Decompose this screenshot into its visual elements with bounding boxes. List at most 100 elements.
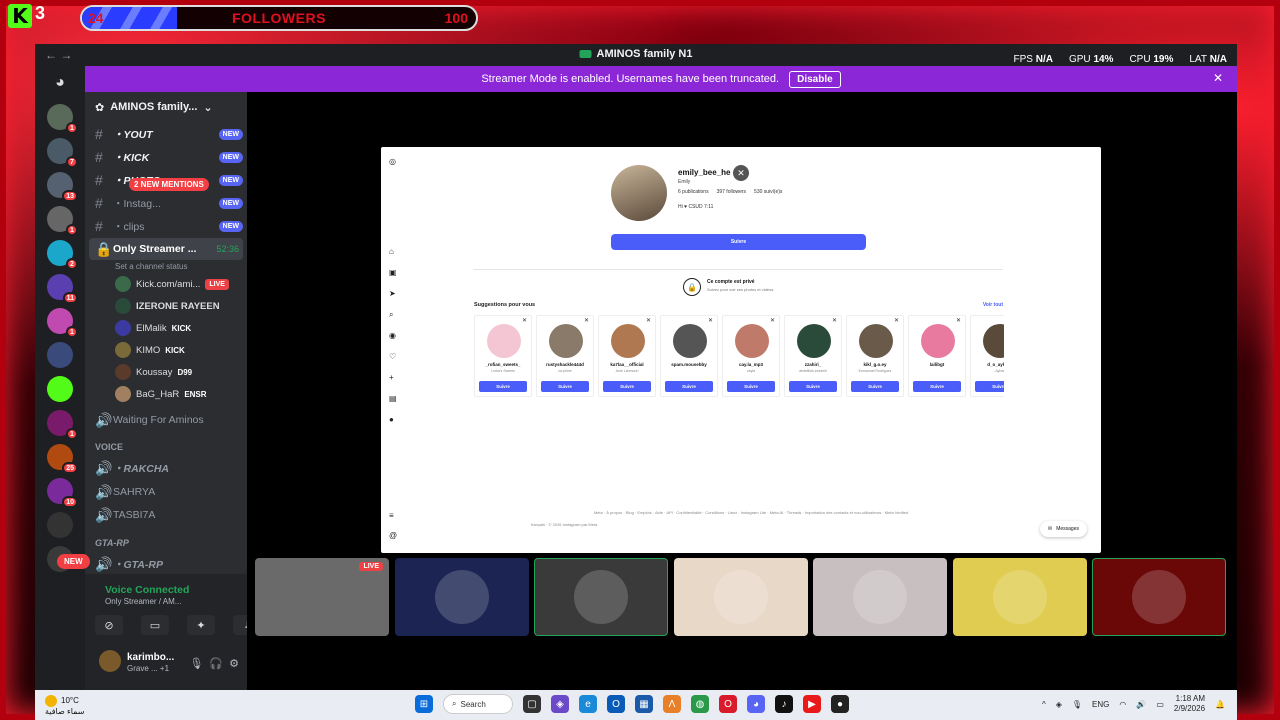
- channel-clips[interactable]: # ・clips NEW: [89, 216, 243, 236]
- follow-button[interactable]: Suivre: [727, 381, 775, 392]
- dismiss-icon[interactable]: ✕: [832, 317, 837, 324]
- voice-user[interactable]: ElMalik KICK: [115, 318, 243, 338]
- server-icon[interactable]: 1: [47, 410, 78, 440]
- dismiss-icon[interactable]: ✕: [522, 317, 527, 324]
- instagram-stream[interactable]: ◎ ⌂ ▣ ➤ ⌕ ◉ ♡ + ▤ ● ≡ @ emily_bee_he ✕ E…: [381, 147, 1101, 553]
- follow-button[interactable]: Suivre: [541, 381, 589, 392]
- voice-channel-waiting[interactable]: 🔊 Waiting For Aminos: [89, 410, 243, 430]
- obs-icon[interactable]: ●: [831, 695, 849, 713]
- suggestion-card[interactable]: ✕ lailibgt Suivre: [908, 315, 966, 397]
- create-icon[interactable]: +: [389, 373, 394, 382]
- dashboard-icon[interactable]: ▤: [389, 394, 397, 403]
- see-all-link[interactable]: Voir tout: [983, 302, 1003, 308]
- windows-start-icon[interactable]: ⊞: [415, 695, 433, 713]
- server-icon[interactable]: [47, 512, 73, 538]
- suggestion-card[interactable]: ✕ spam.mousebby Suivre: [660, 315, 718, 397]
- voice-status[interactable]: Voice Connected: [105, 584, 189, 596]
- screen-share-icon[interactable]: ▭: [141, 615, 169, 635]
- taskbar-search[interactable]: ⌕ Search: [443, 694, 513, 714]
- channel-instagram[interactable]: # ・Instag... NEW: [89, 193, 243, 213]
- server-icon[interactable]: 13: [47, 172, 78, 202]
- category-voice[interactable]: VOICE: [95, 442, 123, 452]
- user-name[interactable]: karimbo...: [127, 652, 174, 663]
- following-count[interactable]: 530 suivi(e)s: [754, 189, 782, 195]
- channel-youtube[interactable]: # ・YOUT NEW: [89, 124, 243, 144]
- voice-channel-tasbi[interactable]: 🔊 TASBI7A: [89, 505, 243, 525]
- stream-thumbnail[interactable]: [394, 558, 529, 636]
- new-mentions-pill[interactable]: 2 NEW MENTIONS: [129, 178, 209, 191]
- volume-icon[interactable]: 🔊: [1136, 700, 1146, 709]
- task-view-icon[interactable]: ▢: [523, 695, 541, 713]
- notification-icon[interactable]: 🔔: [1215, 700, 1225, 709]
- voice-user[interactable]: Koussay D99: [115, 362, 243, 382]
- disable-button[interactable]: Disable: [789, 70, 841, 88]
- follow-button[interactable]: Suivre: [851, 381, 899, 392]
- menu-icon[interactable]: ≡: [389, 511, 394, 520]
- channel-status-hint[interactable]: Set a channel status: [115, 262, 188, 271]
- server-icon[interactable]: 7: [47, 138, 78, 168]
- wifi-icon[interactable]: ◠: [1119, 700, 1126, 709]
- guild-header[interactable]: ✿ AMINOS family... ⌄: [85, 92, 247, 122]
- messages-icon[interactable]: ➤: [389, 289, 396, 298]
- instagram-icon[interactable]: ◎: [389, 157, 396, 166]
- activities-icon[interactable]: ✦: [187, 615, 215, 635]
- heart-icon[interactable]: ♡: [389, 352, 396, 361]
- reels-icon[interactable]: ▣: [389, 268, 397, 277]
- outlook-icon[interactable]: O: [607, 695, 625, 713]
- suggestion-card[interactable]: ✕ _rofian_sweets_ Lorka's Sweets Suivre: [474, 315, 532, 397]
- dismiss-icon[interactable]: ✕: [708, 317, 713, 324]
- camera-off-icon[interactable]: ⊘: [95, 615, 123, 635]
- follow-button[interactable]: Suivre: [603, 381, 651, 392]
- server-icon[interactable]: 2: [47, 240, 78, 270]
- follow-button[interactable]: Suivre: [479, 381, 527, 392]
- suggestion-card[interactable]: ✕ zzahiri_ abdelillah.ezzahiri Suivre: [784, 315, 842, 397]
- server-icon[interactable]: 11: [47, 274, 78, 304]
- weather-widget[interactable]: 10°C سماء صافية: [45, 695, 85, 717]
- dismiss-icon[interactable]: ✕: [646, 317, 651, 324]
- clock[interactable]: 1:18 AM 2/9/2026: [1174, 694, 1205, 714]
- follow-button[interactable]: Suivre: [665, 381, 713, 392]
- suggestion-card[interactable]: ✕ kikl_g.o.ey Enmanuel Rodriguez Suivre: [846, 315, 904, 397]
- suggestion-card[interactable]: ✕ rustyshackle444d ca.prime Suivre: [536, 315, 594, 397]
- server-icon[interactable]: 1: [47, 104, 78, 134]
- voice-user[interactable]: BaG_HaR ENSR: [115, 384, 243, 404]
- app-icon[interactable]: Λ: [663, 695, 681, 713]
- tray-app-icon[interactable]: ◈: [1056, 700, 1062, 709]
- server-icon[interactable]: 25: [47, 444, 78, 474]
- voice-channel-name[interactable]: Only Streamer / AM...: [105, 597, 181, 606]
- dismiss-icon[interactable]: ✕: [770, 317, 775, 324]
- dismiss-icon[interactable]: ✕: [584, 317, 589, 324]
- close-icon[interactable]: ✕: [733, 165, 749, 181]
- server-icon[interactable]: 10: [47, 478, 78, 508]
- server-icon[interactable]: [47, 376, 73, 402]
- follow-button[interactable]: Suivre: [913, 381, 961, 392]
- follow-button[interactable]: Suivre: [975, 381, 1004, 392]
- category-gta[interactable]: GTA-RP: [95, 538, 129, 548]
- threads-icon[interactable]: @: [389, 531, 397, 540]
- language-indicator[interactable]: ENG: [1092, 700, 1109, 709]
- profile-icon[interactable]: ●: [389, 415, 394, 424]
- channel-kick[interactable]: # ・KICK NEW: [89, 147, 243, 167]
- voice-channel-sahrya[interactable]: 🔊 SAHRYA: [89, 482, 243, 502]
- server-icon[interactable]: 1: [47, 308, 78, 338]
- tiktok-icon[interactable]: ♪: [775, 695, 793, 713]
- stream-thumbnail[interactable]: [1092, 558, 1226, 636]
- voice-user[interactable]: Kick.com/ami... LIVE: [115, 274, 243, 294]
- follow-button[interactable]: Suivre: [611, 234, 866, 250]
- edge-icon[interactable]: e: [579, 695, 597, 713]
- follow-button[interactable]: Suivre: [789, 381, 837, 392]
- voice-channel-rakcha[interactable]: 🔊 ・RAKCHA: [89, 458, 243, 478]
- youtube-icon[interactable]: ▶: [803, 695, 821, 713]
- store-icon[interactable]: ▦: [635, 695, 653, 713]
- messages-button[interactable]: ✉ Messages: [1040, 521, 1087, 537]
- discord-home-icon[interactable]: ◕: [49, 74, 71, 92]
- search-icon[interactable]: ⌕: [389, 310, 393, 320]
- home-icon[interactable]: ⌂: [389, 247, 394, 256]
- explore-icon[interactable]: ◉: [389, 331, 396, 340]
- server-icon[interactable]: 1: [47, 206, 78, 236]
- stream-thumbnail[interactable]: [813, 558, 947, 636]
- new-unreads-button[interactable]: NEW: [57, 554, 90, 569]
- instagram-footer[interactable]: Meta · À propos · Blog · Emplois · Aide …: [531, 510, 971, 515]
- mic-icon[interactable]: 🎙: [189, 657, 203, 670]
- gear-icon[interactable]: ⚙: [229, 657, 239, 670]
